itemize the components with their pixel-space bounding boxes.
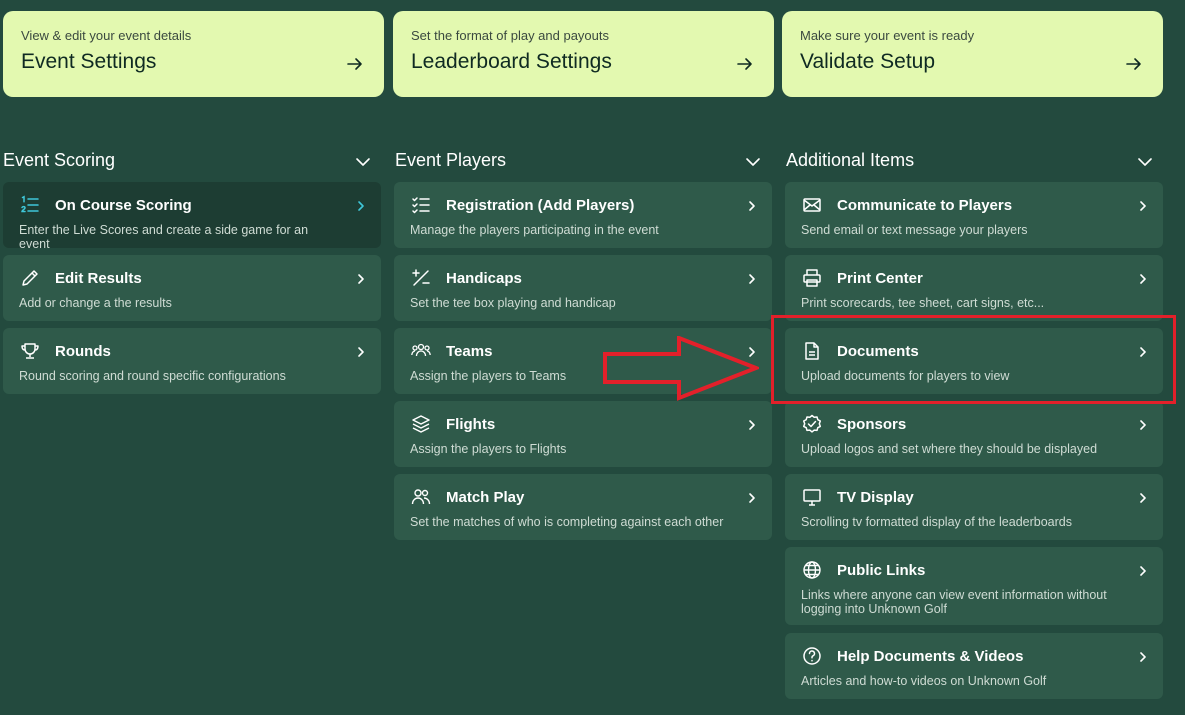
item-desc: Add or change a the results	[19, 296, 172, 310]
validate-setup-title: Validate Setup	[800, 50, 936, 73]
help-documents-item[interactable]: Help Documents & Videos Articles and how…	[785, 633, 1163, 699]
item-desc: Links where anyone can view event inform…	[801, 588, 1107, 616]
users-group-icon	[411, 343, 431, 357]
chevron-right-icon	[358, 274, 364, 284]
item-title: Documents	[837, 343, 919, 360]
public-links-item[interactable]: Public Links Links where anyone can view…	[785, 547, 1163, 625]
item-desc: Send email or text message your players	[801, 223, 1028, 237]
item-title: Handicaps	[446, 270, 522, 287]
item-desc: Upload documents for players to view	[801, 369, 1010, 383]
item-desc: Assign the players to Flights	[410, 442, 567, 456]
globe-icon	[803, 561, 821, 579]
item-desc: Round scoring and round specific configu…	[19, 369, 286, 383]
list-numbers-icon	[21, 195, 39, 213]
chevron-right-icon	[358, 347, 364, 357]
layers-icon	[412, 415, 430, 433]
document-icon	[805, 342, 819, 360]
chevron-right-icon	[749, 347, 755, 357]
envelope-icon	[803, 198, 821, 212]
leaderboard-settings-title: Leaderboard Settings	[411, 50, 612, 73]
event-settings-title: Event Settings	[21, 50, 157, 73]
chevron-down-icon[interactable]	[745, 154, 761, 170]
chevron-right-icon	[749, 274, 755, 284]
handicaps-item[interactable]: Handicaps Set the tee box playing and ha…	[394, 255, 772, 321]
item-title: Rounds	[55, 343, 111, 360]
chevron-right-icon	[1140, 566, 1146, 576]
documents-item[interactable]: Documents Upload documents for players t…	[785, 328, 1163, 394]
chevron-right-icon	[1140, 274, 1146, 284]
leaderboard-settings-subtitle: Set the format of play and payouts	[411, 28, 610, 43]
item-desc: Set the tee box playing and handicap	[410, 296, 616, 310]
pencil-icon	[22, 270, 38, 286]
event-settings-subtitle: View & edit your event details	[21, 28, 192, 43]
item-title: On Course Scoring	[55, 197, 192, 214]
item-title: Edit Results	[55, 270, 142, 287]
chevron-right-icon	[1140, 347, 1146, 357]
checklist-icon	[412, 197, 430, 214]
validate-setup-subtitle: Make sure your event is ready	[800, 28, 975, 43]
item-title: TV Display	[837, 489, 914, 506]
match-play-item[interactable]: Match Play Set the matches of who is com…	[394, 474, 772, 540]
arrow-right-icon	[347, 58, 362, 70]
item-desc: Enter the Live Scores and create a side …	[19, 223, 309, 251]
teams-item[interactable]: Teams Assign the players to Teams	[394, 328, 772, 394]
registration-item[interactable]: Registration (Add Players) Manage the pl…	[394, 182, 772, 248]
sponsors-item[interactable]: Sponsors Upload logos and set where they…	[785, 401, 1163, 467]
trophy-icon	[21, 343, 39, 359]
item-title: Communicate to Players	[837, 197, 1013, 214]
item-title: Registration (Add Players)	[446, 197, 635, 214]
rounds-item[interactable]: Rounds Round scoring and round specific …	[3, 328, 381, 394]
flights-item[interactable]: Flights Assign the players to Flights	[394, 401, 772, 467]
item-desc: Upload logos and set where they should b…	[801, 442, 1098, 456]
item-desc: Scrolling tv formatted display of the le…	[801, 515, 1072, 529]
item-desc: Articles and how-to videos on Unknown Go…	[801, 674, 1047, 688]
item-title: Print Center	[837, 270, 923, 287]
validate-setup-card[interactable]: Make sure your event is ready Validate S…	[782, 11, 1163, 97]
monitor-icon	[803, 489, 821, 506]
chevron-right-icon	[358, 201, 364, 211]
event-scoring-heading: Event Scoring	[3, 150, 116, 170]
chevron-down-icon[interactable]	[1137, 154, 1153, 170]
arrow-right-icon	[1126, 58, 1141, 70]
leaderboard-settings-card[interactable]: Set the format of play and payouts Leade…	[393, 11, 774, 97]
tv-display-item[interactable]: TV Display Scrolling tv formatted displa…	[785, 474, 1163, 540]
item-desc: Manage the players participating in the …	[410, 223, 659, 237]
badge-check-icon	[802, 414, 822, 433]
item-title: Help Documents & Videos	[837, 648, 1024, 665]
printer-icon	[803, 269, 821, 287]
chevron-right-icon	[1140, 652, 1146, 662]
communicate-to-players-item[interactable]: Communicate to Players Send email or tex…	[785, 182, 1163, 248]
item-title: Match Play	[446, 489, 525, 506]
chevron-right-icon	[749, 420, 755, 430]
chevron-right-icon	[1140, 201, 1146, 211]
chevron-down-icon[interactable]	[355, 154, 371, 170]
help-circle-icon	[803, 647, 821, 665]
item-title: Sponsors	[837, 416, 907, 433]
item-title: Flights	[446, 416, 496, 433]
edit-results-item[interactable]: Edit Results Add or change a the results	[3, 255, 381, 321]
arrow-right-icon	[737, 58, 752, 70]
chevron-right-icon	[749, 493, 755, 503]
event-players-heading: Event Players	[395, 150, 507, 170]
item-desc: Print scorecards, tee sheet, cart signs,…	[801, 296, 1045, 310]
plus-minus-icon	[412, 269, 430, 286]
print-center-item[interactable]: Print Center Print scorecards, tee sheet…	[785, 255, 1163, 321]
two-users-icon	[411, 489, 431, 505]
item-title: Teams	[446, 343, 493, 360]
item-desc: Set the matches of who is completing aga…	[410, 515, 724, 529]
chevron-right-icon	[749, 201, 755, 211]
item-desc: Assign the players to Teams	[410, 369, 567, 383]
additional-items-heading: Additional Items	[786, 150, 915, 170]
item-title: Public Links	[837, 562, 926, 579]
chevron-right-icon	[1140, 493, 1146, 503]
on-course-scoring-item[interactable]: On Course Scoring Enter the Live Scores …	[3, 182, 381, 251]
chevron-right-icon	[1140, 420, 1146, 430]
event-settings-card[interactable]: View & edit your event details Event Set…	[3, 11, 384, 97]
